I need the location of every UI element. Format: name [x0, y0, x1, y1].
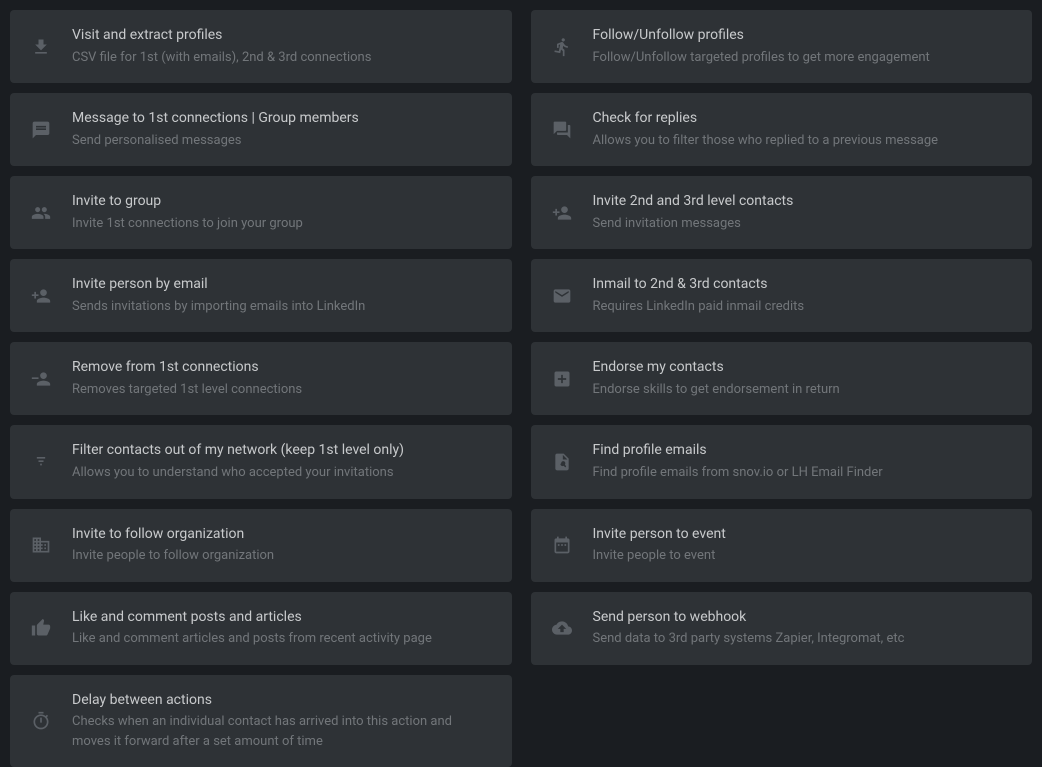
card-message-1st[interactable]: Message to 1st connections | Group membe…	[10, 93, 512, 166]
left-column: Visit and extract profiles CSV file for …	[10, 10, 512, 767]
card-content: Message to 1st connections | Group membe…	[72, 109, 492, 150]
card-title: Invite 2nd and 3rd level contacts	[593, 192, 1013, 212]
card-content: Invite to group Invite 1st connections t…	[72, 192, 492, 233]
card-content: Invite to follow organization Invite peo…	[72, 525, 492, 566]
timer-icon	[30, 710, 52, 732]
card-desc: CSV file for 1st (with emails), 2nd & 3r…	[72, 48, 492, 68]
card-title: Filter contacts out of my network (keep …	[72, 441, 492, 461]
card-visit-extract[interactable]: Visit and extract profiles CSV file for …	[10, 10, 512, 83]
filter-icon	[30, 451, 52, 473]
card-like-comment[interactable]: Like and comment posts and articles Like…	[10, 592, 512, 665]
card-desc: Invite people to event	[593, 546, 1013, 566]
card-invite-org[interactable]: Invite to follow organization Invite peo…	[10, 509, 512, 582]
card-title: Endorse my contacts	[593, 358, 1013, 378]
card-title: Visit and extract profiles	[72, 26, 492, 46]
card-content: Inmail to 2nd & 3rd contacts Requires Li…	[593, 275, 1013, 316]
card-invite-email[interactable]: Invite person by email Sends invitations…	[10, 259, 512, 332]
action-cards-grid: Visit and extract profiles CSV file for …	[10, 10, 1032, 767]
card-desc: Send personalised messages	[72, 131, 492, 151]
person-add-icon	[551, 202, 573, 224]
card-title: Invite person by email	[72, 275, 492, 295]
right-column: Follow/Unfollow profiles Follow/Unfollow…	[531, 10, 1033, 767]
building-icon	[30, 534, 52, 556]
card-desc: Send invitation messages	[593, 214, 1013, 234]
card-title: Invite to group	[72, 192, 492, 212]
card-filter-contacts[interactable]: Filter contacts out of my network (keep …	[10, 425, 512, 498]
card-title: Follow/Unfollow profiles	[593, 26, 1013, 46]
card-content: Visit and extract profiles CSV file for …	[72, 26, 492, 67]
card-title: Invite to follow organization	[72, 525, 492, 545]
thumb-up-icon	[30, 617, 52, 639]
calendar-icon	[551, 534, 573, 556]
person-add-icon	[30, 285, 52, 307]
cloud-upload-icon	[551, 617, 573, 639]
card-check-replies[interactable]: Check for replies Allows you to filter t…	[531, 93, 1033, 166]
card-content: Check for replies Allows you to filter t…	[593, 109, 1013, 150]
card-desc: Follow/Unfollow targeted profiles to get…	[593, 48, 1013, 68]
card-content: Follow/Unfollow profiles Follow/Unfollow…	[593, 26, 1013, 67]
card-desc: Invite 1st connections to join your grou…	[72, 214, 492, 234]
card-webhook[interactable]: Send person to webhook Send data to 3rd …	[531, 592, 1033, 665]
card-desc: Checks when an individual contact has ar…	[72, 712, 492, 751]
card-title: Invite person to event	[593, 525, 1013, 545]
card-title: Find profile emails	[593, 441, 1013, 461]
card-endorse[interactable]: Endorse my contacts Endorse skills to ge…	[531, 342, 1033, 415]
card-title: Inmail to 2nd & 3rd contacts	[593, 275, 1013, 295]
person-remove-icon	[30, 368, 52, 390]
card-invite-event[interactable]: Invite person to event Invite people to …	[531, 509, 1033, 582]
card-content: Invite person by email Sends invitations…	[72, 275, 492, 316]
run-icon	[551, 36, 573, 58]
forum-icon	[551, 119, 573, 141]
plus-box-icon	[551, 368, 573, 390]
card-desc: Invite people to follow organization	[72, 546, 492, 566]
card-content: Invite person to event Invite people to …	[593, 525, 1013, 566]
card-invite-group[interactable]: Invite to group Invite 1st connections t…	[10, 176, 512, 249]
card-follow-unfollow[interactable]: Follow/Unfollow profiles Follow/Unfollow…	[531, 10, 1033, 83]
card-content: Like and comment posts and articles Like…	[72, 608, 492, 649]
card-delay[interactable]: Delay between actions Checks when an ind…	[10, 675, 512, 767]
card-content: Endorse my contacts Endorse skills to ge…	[593, 358, 1013, 399]
card-title: Check for replies	[593, 109, 1013, 129]
group-icon	[30, 202, 52, 224]
card-title: Remove from 1st connections	[72, 358, 492, 378]
card-content: Remove from 1st connections Removes targ…	[72, 358, 492, 399]
card-remove-1st[interactable]: Remove from 1st connections Removes targ…	[10, 342, 512, 415]
card-content: Delay between actions Checks when an ind…	[72, 691, 492, 752]
mail-icon	[551, 285, 573, 307]
card-content: Find profile emails Find profile emails …	[593, 441, 1013, 482]
card-title: Like and comment posts and articles	[72, 608, 492, 628]
card-inmail[interactable]: Inmail to 2nd & 3rd contacts Requires Li…	[531, 259, 1033, 332]
card-title: Delay between actions	[72, 691, 492, 711]
card-content: Invite 2nd and 3rd level contacts Send i…	[593, 192, 1013, 233]
card-desc: Removes targeted 1st level connections	[72, 380, 492, 400]
download-icon	[30, 36, 52, 58]
card-desc: Allows you to understand who accepted yo…	[72, 463, 492, 483]
card-content: Filter contacts out of my network (keep …	[72, 441, 492, 482]
card-desc: Like and comment articles and posts from…	[72, 629, 492, 649]
file-search-icon	[551, 451, 573, 473]
card-desc: Send data to 3rd party systems Zapier, I…	[593, 629, 1013, 649]
card-desc: Allows you to filter those who replied t…	[593, 131, 1013, 151]
card-desc: Find profile emails from snov.io or LH E…	[593, 463, 1013, 483]
card-desc: Sends invitations by importing emails in…	[72, 297, 492, 317]
card-invite-2nd-3rd[interactable]: Invite 2nd and 3rd level contacts Send i…	[531, 176, 1033, 249]
card-title: Send person to webhook	[593, 608, 1013, 628]
message-icon	[30, 119, 52, 141]
card-content: Send person to webhook Send data to 3rd …	[593, 608, 1013, 649]
card-desc: Endorse skills to get endorsement in ret…	[593, 380, 1013, 400]
card-title: Message to 1st connections | Group membe…	[72, 109, 492, 129]
card-find-emails[interactable]: Find profile emails Find profile emails …	[531, 425, 1033, 498]
card-desc: Requires LinkedIn paid inmail credits	[593, 297, 1013, 317]
